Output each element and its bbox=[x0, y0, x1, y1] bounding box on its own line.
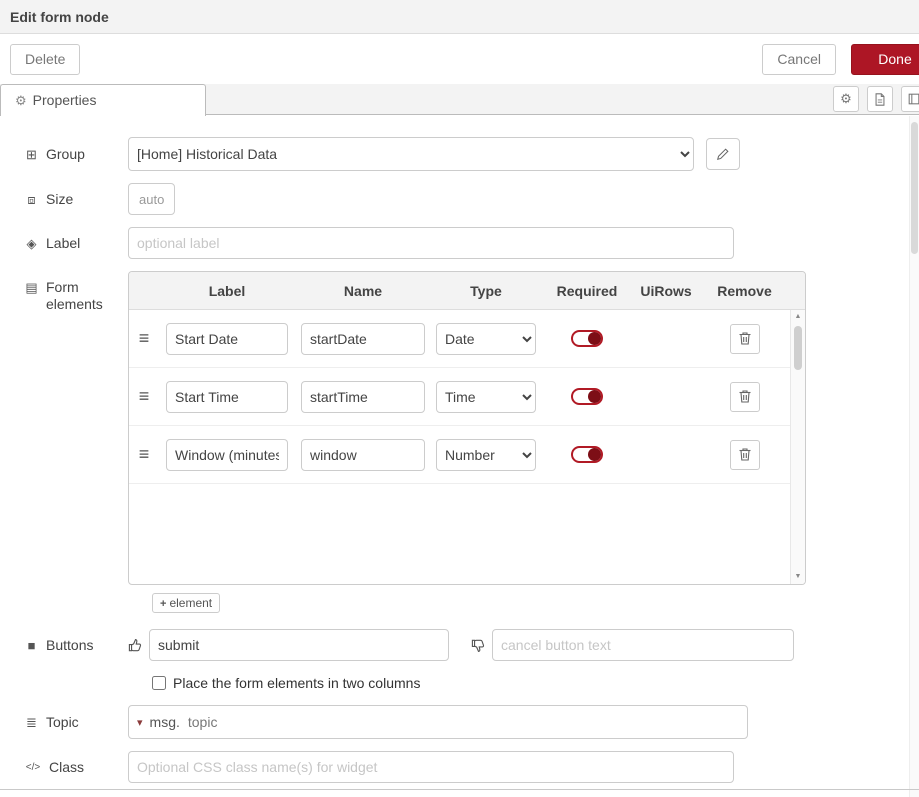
thumbs-down-icon bbox=[471, 638, 486, 653]
code-icon: </> bbox=[24, 759, 42, 776]
form-elements-row: ▤ Form elements Label Name Type Required… bbox=[24, 271, 919, 585]
dialog-button-row: Delete Cancel Done bbox=[0, 34, 919, 84]
plus-icon: + bbox=[160, 598, 166, 610]
window-scrollbar-thumb[interactable] bbox=[911, 122, 918, 254]
column-type: Type bbox=[431, 283, 541, 299]
table-scrollbar[interactable]: ▲ ▼ bbox=[790, 310, 805, 584]
form-elements-label: ▤ Form elements bbox=[24, 271, 128, 313]
topic-type: msg. bbox=[150, 714, 180, 730]
gear-icon: ⚙ bbox=[15, 93, 27, 108]
edit-form-node-dialog: Edit form node Delete Cancel Done ⚙ Prope… bbox=[0, 0, 919, 797]
drag-handle-icon[interactable]: ≡ bbox=[129, 444, 159, 465]
tasks-icon: ≣ bbox=[24, 714, 39, 731]
element-name-input[interactable] bbox=[301, 439, 425, 471]
tab-properties-label: Properties bbox=[33, 92, 97, 108]
done-button[interactable]: Done bbox=[851, 44, 919, 75]
table-scrollbar-thumb[interactable] bbox=[794, 326, 802, 370]
two-columns-label: Place the form elements in two columns bbox=[173, 675, 420, 691]
element-type-select[interactable]: Time bbox=[436, 381, 536, 413]
label-row: ◈ Label bbox=[24, 227, 919, 259]
delete-button[interactable]: Delete bbox=[10, 44, 80, 75]
group-row: ⊞ Group [Home] Historical Data bbox=[24, 137, 919, 171]
element-name-input[interactable] bbox=[301, 323, 425, 355]
scroll-up-icon[interactable]: ▲ bbox=[791, 310, 805, 324]
topic-value: topic bbox=[188, 714, 218, 730]
thumbs-up-icon bbox=[128, 638, 143, 653]
element-name-input[interactable] bbox=[301, 381, 425, 413]
trash-icon bbox=[738, 389, 752, 404]
cancel-button-text-input[interactable] bbox=[492, 629, 794, 661]
column-required: Required bbox=[541, 283, 633, 299]
settings-button[interactable]: ⚙ bbox=[833, 86, 859, 112]
topic-label: ≣ Topic bbox=[24, 714, 128, 731]
element-type-select[interactable]: Number bbox=[436, 439, 536, 471]
label-input[interactable] bbox=[128, 227, 734, 259]
element-label-input[interactable] bbox=[166, 381, 288, 413]
help-button[interactable] bbox=[901, 86, 919, 112]
group-label: ⊞ Group bbox=[24, 146, 128, 163]
class-label: </> Class bbox=[24, 759, 128, 776]
size-row: ⧈ Size auto bbox=[24, 183, 919, 215]
scroll-down-icon[interactable]: ▼ bbox=[791, 570, 805, 584]
element-label-input[interactable] bbox=[166, 323, 288, 355]
caret-down-icon[interactable]: ▾ bbox=[137, 716, 143, 729]
trash-icon bbox=[738, 331, 752, 346]
label-label: ◈ Label bbox=[24, 235, 128, 252]
table-row: ≡ Date bbox=[129, 310, 790, 368]
two-columns-row: Place the form elements in two columns bbox=[152, 675, 919, 691]
topic-typed-input[interactable]: ▾ msg. topic bbox=[128, 705, 748, 739]
dialog-title: Edit form node bbox=[0, 0, 919, 34]
table-row: ≡ Number bbox=[129, 426, 790, 484]
properties-form: ⊞ Group [Home] Historical Data ⧈ Size au… bbox=[0, 115, 919, 783]
table-header: Label Name Type Required UiRows Remove bbox=[129, 272, 805, 310]
trash-icon bbox=[738, 447, 752, 462]
list-icon: ▤ bbox=[24, 279, 39, 296]
required-toggle[interactable] bbox=[571, 330, 603, 347]
column-label: Label bbox=[159, 283, 295, 299]
tab-properties[interactable]: ⚙ Properties bbox=[0, 84, 206, 116]
drag-handle-icon[interactable]: ≡ bbox=[129, 328, 159, 349]
table-icon: ⊞ bbox=[24, 146, 39, 163]
class-input[interactable] bbox=[128, 751, 734, 783]
docs-button[interactable] bbox=[867, 86, 893, 112]
submit-button-text-input[interactable] bbox=[149, 629, 449, 661]
element-label-input[interactable] bbox=[166, 439, 288, 471]
square-icon: ■ bbox=[24, 637, 39, 654]
tag-icon: ◈ bbox=[24, 235, 39, 252]
book-icon bbox=[907, 92, 919, 106]
buttons-label: ■ Buttons bbox=[24, 637, 128, 654]
form-elements-table: Label Name Type Required UiRows Remove ≡… bbox=[128, 271, 806, 585]
required-toggle[interactable] bbox=[571, 388, 603, 405]
remove-element-button[interactable] bbox=[730, 382, 760, 412]
edit-group-button[interactable] bbox=[706, 138, 740, 170]
remove-element-button[interactable] bbox=[730, 324, 760, 354]
group-select[interactable]: [Home] Historical Data bbox=[128, 137, 694, 171]
document-icon bbox=[873, 92, 887, 107]
required-toggle[interactable] bbox=[571, 446, 603, 463]
class-row: </> Class bbox=[24, 751, 919, 783]
element-type-select[interactable]: Date bbox=[436, 323, 536, 355]
table-body: ≡ Date ≡ Time bbox=[129, 310, 805, 584]
tab-toolbar: ⚙ bbox=[833, 86, 919, 112]
window-scrollbar[interactable] bbox=[909, 116, 919, 797]
cancel-button[interactable]: Cancel bbox=[762, 44, 836, 75]
gear-icon: ⚙ bbox=[840, 91, 852, 107]
pencil-icon bbox=[716, 147, 730, 161]
add-element-button[interactable]: +element bbox=[152, 593, 220, 613]
column-uirows: UiRows bbox=[633, 283, 699, 299]
tab-bar: ⚙ Properties ⚙ bbox=[0, 84, 919, 115]
column-name: Name bbox=[295, 283, 431, 299]
size-label: ⧈ Size bbox=[24, 191, 128, 208]
drag-handle-icon[interactable]: ≡ bbox=[129, 386, 159, 407]
bottom-divider bbox=[0, 789, 919, 790]
column-remove: Remove bbox=[699, 283, 790, 299]
remove-element-button[interactable] bbox=[730, 440, 760, 470]
object-group-icon: ⧈ bbox=[24, 191, 39, 208]
two-columns-checkbox[interactable] bbox=[152, 676, 166, 690]
size-auto-button[interactable]: auto bbox=[128, 183, 175, 215]
table-row: ≡ Time bbox=[129, 368, 790, 426]
topic-row: ≣ Topic ▾ msg. topic bbox=[24, 705, 919, 739]
buttons-row: ■ Buttons bbox=[24, 629, 919, 661]
